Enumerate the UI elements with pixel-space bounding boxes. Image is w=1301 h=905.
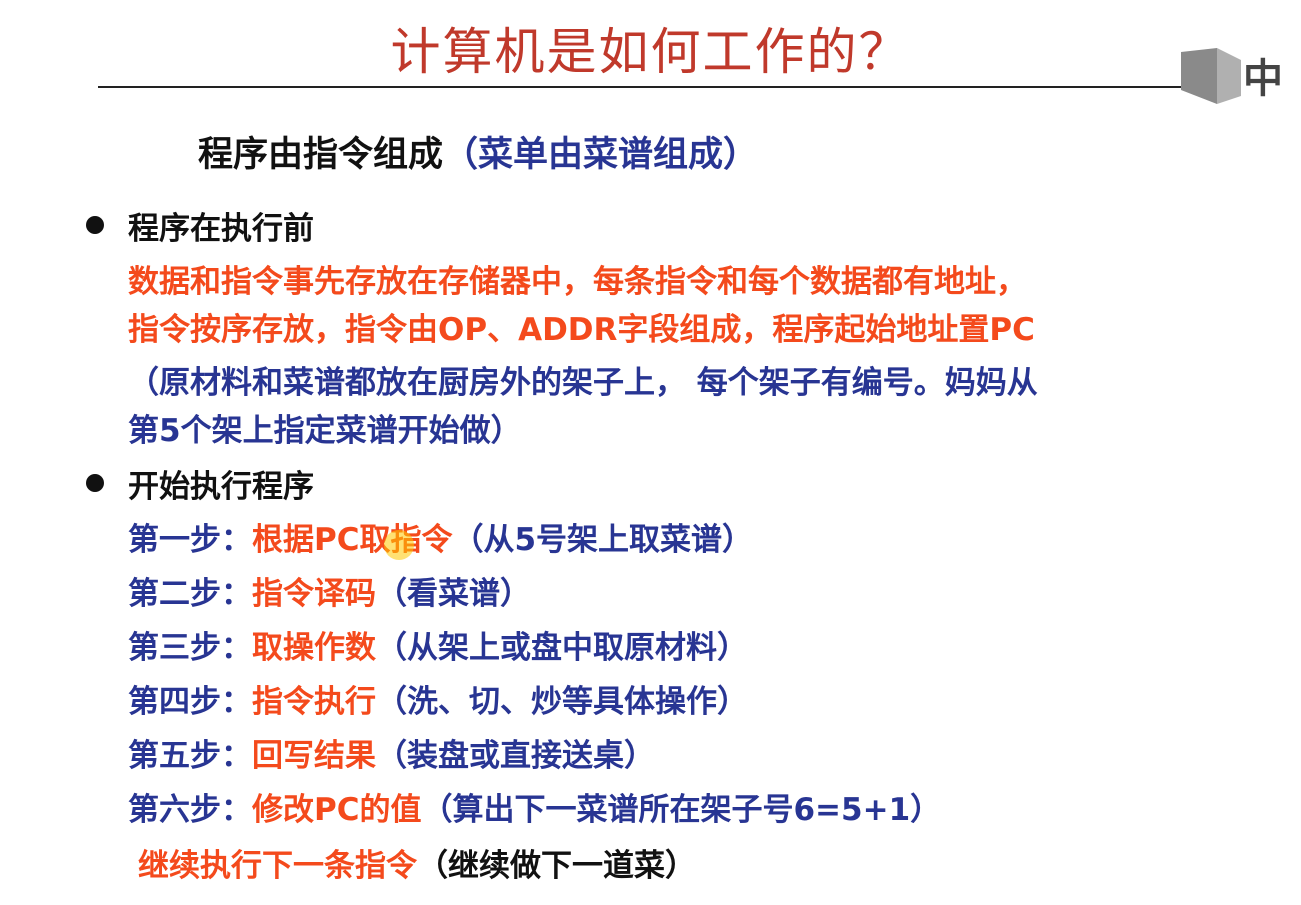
final-action: 继续执行下一条指令 bbox=[138, 848, 417, 884]
step-note: （看菜谱） bbox=[376, 576, 531, 612]
subtitle-analogy: （菜单由菜谱组成） bbox=[443, 135, 759, 175]
step-action: 取操作数 bbox=[252, 630, 376, 666]
step-note: （算出下一菜谱所在架子号6=5+1） bbox=[421, 792, 942, 828]
step-action: 指令译码 bbox=[252, 576, 376, 612]
analogy-line-2: 第5个架上指定菜谱开始做） bbox=[128, 413, 522, 449]
step-label: 第三步： bbox=[128, 630, 252, 666]
slide-title: 计算机是如何工作的？ bbox=[390, 23, 911, 81]
mooc-logo-icon: 中 bbox=[1181, 48, 1283, 104]
step-2: 第二步：指令译码（看菜谱） bbox=[128, 568, 531, 613]
step-label: 第一步： bbox=[128, 522, 252, 558]
step-label: 第二步： bbox=[128, 576, 252, 612]
bullet-icon bbox=[86, 216, 104, 234]
step-note: （装盘或直接送桌） bbox=[376, 738, 655, 774]
logo-text: 中 bbox=[1243, 56, 1283, 102]
step-label: 第六步： bbox=[128, 792, 252, 828]
bullet-icon bbox=[86, 474, 104, 492]
step-1: 第一步：根据PC取指令（从5号架上取菜谱） bbox=[128, 514, 753, 559]
cursor-highlight bbox=[384, 530, 414, 560]
section-line-1: 数据和指令事先存放在存储器中，每条指令和每个数据都有地址， bbox=[128, 264, 1027, 300]
section-heading-start-exec: 开始执行程序 bbox=[128, 469, 314, 505]
step-5: 第五步：回写结果（装盘或直接送桌） bbox=[128, 730, 655, 775]
step-note: （从架上或盘中取原材料） bbox=[376, 630, 748, 666]
step-action: 修改PC的值 bbox=[252, 792, 422, 828]
step-6: 第六步：修改PC的值（算出下一菜谱所在架子号6=5+1） bbox=[128, 784, 941, 829]
slide-subtitle: 程序由指令组成（菜单由菜谱组成） bbox=[198, 126, 758, 177]
final-step: 继续执行下一条指令（继续做下一道菜） bbox=[138, 840, 696, 885]
step-action: 根据PC取指令 bbox=[252, 522, 453, 558]
subtitle-main: 程序由指令组成 bbox=[198, 135, 444, 175]
step-3: 第三步：取操作数（从架上或盘中取原材料） bbox=[128, 622, 748, 667]
step-note: （洗、切、炒等具体操作） bbox=[376, 684, 748, 720]
step-action: 指令执行 bbox=[252, 684, 376, 720]
title-divider bbox=[98, 86, 1213, 88]
step-label: 第四步： bbox=[128, 684, 252, 720]
analogy-line-1: （原材料和菜谱都放在厨房外的架子上， 每个架子有编号。妈妈从 bbox=[128, 365, 1038, 401]
step-note: （从5号架上取菜谱） bbox=[452, 522, 754, 558]
section-line-2: 指令按序存放，指令由OP、ADDR字段组成，程序起始地址置PC bbox=[128, 312, 1035, 348]
step-action: 回写结果 bbox=[252, 738, 376, 774]
step-label: 第五步： bbox=[128, 738, 252, 774]
section-heading-before-exec: 程序在执行前 bbox=[128, 211, 314, 247]
final-note: （继续做下一道菜） bbox=[417, 848, 696, 884]
step-4: 第四步：指令执行（洗、切、炒等具体操作） bbox=[128, 676, 748, 721]
